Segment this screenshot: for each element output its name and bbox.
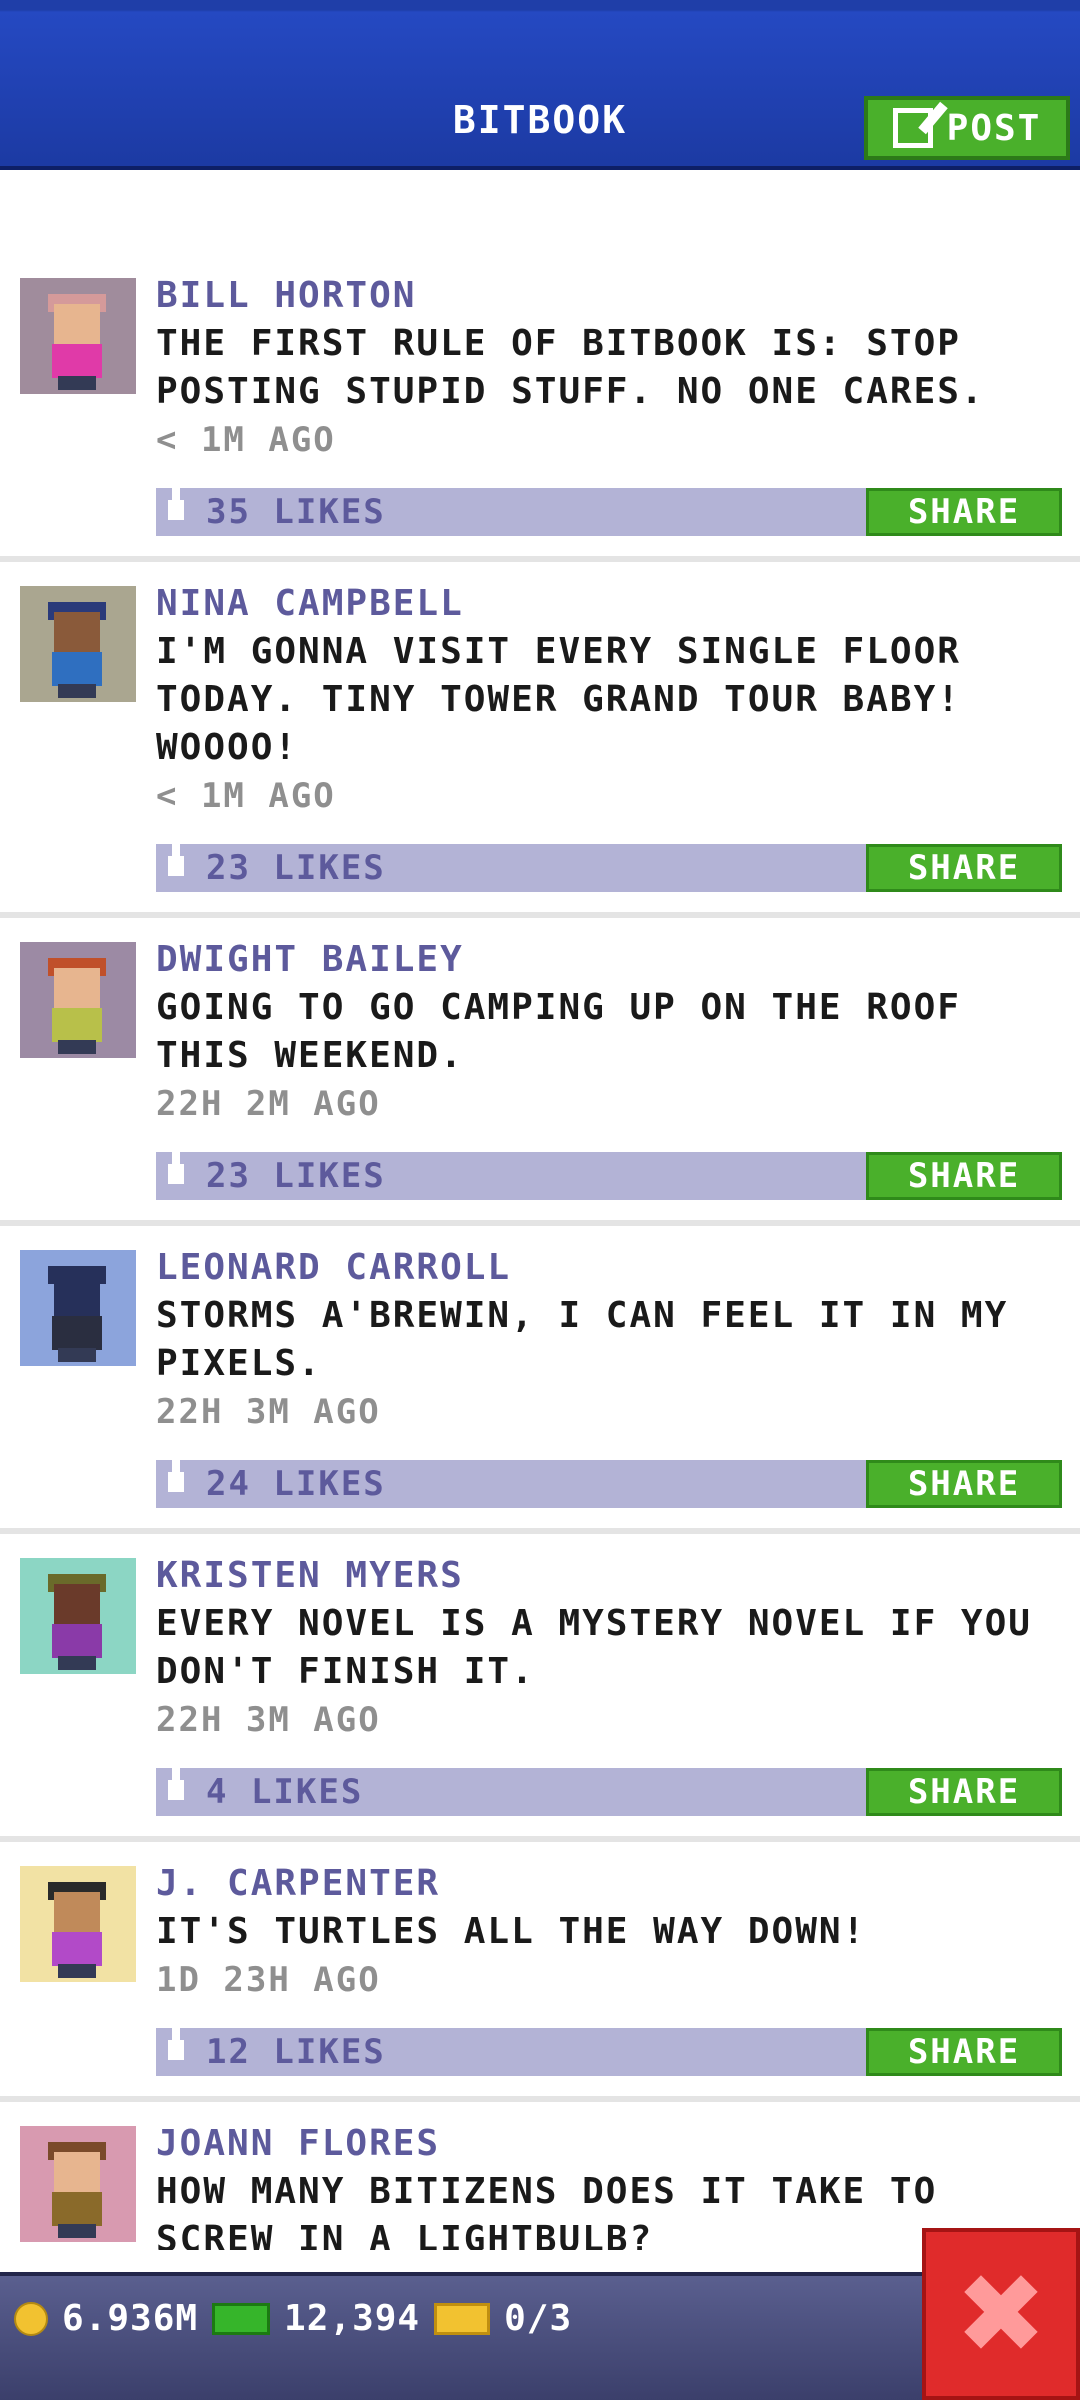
coin-icon — [14, 2301, 48, 2336]
post-author: JOANN FLORES — [156, 2123, 441, 2164]
feed-post: KRISTEN MYERS EVERY NOVEL IS A MYSTERY N… — [0, 1534, 1080, 1842]
close-icon: ✖ — [954, 2250, 1048, 2378]
feed-post: DWIGHT BAILEY GOING TO GO CAMPING UP ON … — [0, 918, 1080, 1226]
feed-post: BILL HORTON THE FIRST RULE OF BITBOOK IS… — [0, 254, 1080, 562]
feed-post: NINA CAMPBELL I'M GONNA VISIT EVERY SING… — [0, 562, 1080, 918]
post-message: IT'S TURTLES ALL THE WAY DOWN! — [156, 1911, 867, 1952]
like-count: 23 LIKES — [206, 1156, 386, 1196]
post-message: THE FIRST RULE OF BITBOOK IS: STOP POSTI… — [156, 323, 985, 412]
post-message: I'M GONNA VISIT EVERY SINGLE FLOOR TODAY… — [156, 631, 985, 768]
like-icon[interactable] — [168, 486, 184, 520]
bux-icon — [212, 2302, 271, 2335]
avatar[interactable] — [20, 1250, 136, 1366]
post-author: DWIGHT BAILEY — [156, 939, 464, 980]
ticket-count: 0/3 — [504, 2298, 573, 2339]
like-count: 12 LIKES — [206, 2032, 386, 2072]
post-button-label: POST — [946, 107, 1042, 149]
like-bar: 23 LIKES SHARE — [156, 842, 1062, 892]
post-message: STORMS A'BREWIN, I CAN FEEL IT IN MY PIX… — [156, 1295, 1032, 1384]
like-bar: 24 LIKES SHARE — [156, 1458, 1062, 1508]
ticket-icon — [434, 2302, 491, 2335]
share-button[interactable]: SHARE — [866, 844, 1062, 892]
post-author: KRISTEN MYERS — [156, 1555, 464, 1596]
close-button[interactable]: ✖ — [922, 2228, 1080, 2400]
post-time: < 1M AGO — [156, 420, 336, 460]
avatar[interactable] — [20, 278, 136, 394]
post-time: 22H 3M AGO — [156, 1392, 381, 1432]
share-button[interactable]: SHARE — [866, 2028, 1062, 2076]
like-count: 35 LIKES — [206, 492, 386, 532]
post-author: J. CARPENTER — [156, 1863, 441, 1904]
share-button[interactable]: SHARE — [866, 1152, 1062, 1200]
currency-bar: 6.936M 12,394 0/3 — [0, 2272, 1080, 2400]
avatar[interactable] — [20, 2126, 136, 2242]
post-time: < 1M AGO — [156, 776, 336, 816]
coin-balance: 6.936M — [62, 2298, 199, 2339]
avatar[interactable] — [20, 586, 136, 702]
like-count: 4 LIKES — [206, 1772, 364, 1812]
like-icon[interactable] — [168, 842, 184, 876]
post-message: EVERY NOVEL IS A MYSTERY NOVEL IF YOU DO… — [156, 1603, 1056, 1692]
post-author: LEONARD CARROLL — [156, 1247, 512, 1288]
share-button[interactable]: SHARE — [866, 1768, 1062, 1816]
feed-list[interactable]: BILL HORTON THE FIRST RULE OF BITBOOK IS… — [0, 254, 1080, 2250]
like-icon[interactable] — [168, 2026, 184, 2060]
like-bar: 4 LIKES SHARE — [156, 1766, 1062, 1816]
like-bar: 35 LIKES SHARE — [156, 486, 1062, 536]
post-time: 22H 3M AGO — [156, 1700, 381, 1740]
like-count: 23 LIKES — [206, 848, 386, 888]
share-button[interactable]: SHARE — [866, 488, 1062, 536]
post-message: GOING TO GO CAMPING UP ON THE ROOF THIS … — [156, 987, 985, 1076]
avatar[interactable] — [20, 942, 136, 1058]
feed-post: J. CARPENTER IT'S TURTLES ALL THE WAY DO… — [0, 1842, 1080, 2102]
feed-post: JOANN FLORES HOW MANY BITIZENS DOES IT T… — [0, 2102, 1080, 2250]
post-author: BILL HORTON — [156, 275, 417, 316]
bux-balance: 12,394 — [284, 2298, 421, 2339]
like-bar: 12 LIKES SHARE — [156, 2026, 1062, 2076]
avatar[interactable] — [20, 1866, 136, 1982]
like-count: 24 LIKES — [206, 1464, 386, 1504]
like-bar: 23 LIKES SHARE — [156, 1150, 1062, 1200]
feed-post: LEONARD CARROLL STORMS A'BREWIN, I CAN F… — [0, 1226, 1080, 1534]
like-icon[interactable] — [168, 1150, 184, 1184]
like-icon[interactable] — [168, 1458, 184, 1492]
post-time: 22H 2M AGO — [156, 1084, 381, 1124]
like-icon[interactable] — [168, 1766, 184, 1800]
post-time: 1D 23H AGO — [156, 1960, 381, 2000]
post-button[interactable]: POST — [864, 96, 1070, 160]
compose-icon — [892, 108, 933, 148]
avatar[interactable] — [20, 1558, 136, 1674]
app-header: BITBOOK POST — [0, 0, 1080, 170]
post-author: NINA CAMPBELL — [156, 583, 464, 624]
share-button[interactable]: SHARE — [866, 1460, 1062, 1508]
